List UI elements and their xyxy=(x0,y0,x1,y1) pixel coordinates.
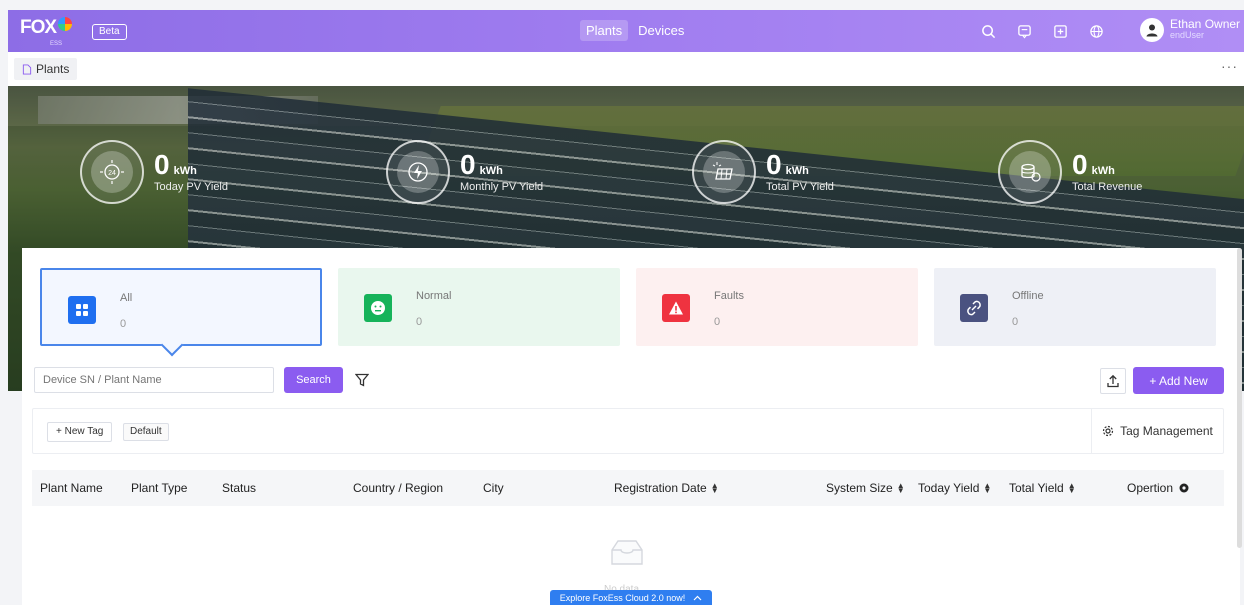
scrollbar[interactable] xyxy=(1237,248,1242,548)
coins-icon xyxy=(1021,163,1041,182)
filter-icon[interactable] xyxy=(350,368,374,392)
beta-badge: Beta xyxy=(92,24,127,40)
tile-label: Faults xyxy=(714,290,744,302)
search-button[interactable]: Search xyxy=(284,367,343,393)
explore-banner-text: Explore FoxEss Cloud 2.0 now! xyxy=(559,592,686,603)
column-total-yield[interactable]: Total Yield ▲ ▼ xyxy=(1009,481,1076,495)
stat-value: 0 xyxy=(154,149,170,180)
user-menu[interactable]: Ethan Owner endUser xyxy=(1140,18,1240,42)
column-status: Status xyxy=(222,481,257,495)
column-plant-type: Plant Type xyxy=(131,481,188,495)
column-country-region: Country / Region xyxy=(353,481,444,495)
add-square-icon[interactable] xyxy=(1050,21,1070,41)
logo-circle-icon xyxy=(58,17,73,31)
top-navigation-bar: FOX ESS Beta Plants Devices Ethan Owner … xyxy=(8,10,1244,52)
more-options-icon[interactable]: ··· xyxy=(1221,58,1238,74)
table-header: Plant Name Plant Type Status Country / R… xyxy=(32,470,1224,506)
new-tag-button[interactable]: + New Tag xyxy=(47,422,113,442)
lightning-icon xyxy=(408,162,428,182)
gear-icon xyxy=(1103,425,1114,437)
sort-icon: ▲ ▼ xyxy=(983,481,992,495)
broken-link-icon xyxy=(960,294,988,322)
grid-icon xyxy=(68,296,96,324)
sort-icon: ▲ ▼ xyxy=(710,481,719,495)
stat-ring xyxy=(386,140,450,204)
tile-count: 0 xyxy=(1012,316,1019,328)
search-icon[interactable] xyxy=(978,21,998,41)
column-plant-name: Plant Name xyxy=(40,481,103,495)
status-tile-normal[interactable]: Normal 0 xyxy=(338,268,620,346)
tab-plants[interactable]: Plants xyxy=(580,20,629,41)
stat-unit: kWh xyxy=(479,165,503,177)
stat-ring xyxy=(998,140,1062,204)
tab-devices[interactable]: Devices xyxy=(632,20,690,41)
user-role: endUser xyxy=(1170,30,1205,40)
sort-icon: ▲ ▼ xyxy=(1067,481,1076,495)
tile-label: Normal xyxy=(416,290,452,302)
stat-value: 0 xyxy=(766,149,782,180)
tile-count: 0 xyxy=(416,316,423,328)
column-system-size[interactable]: System Size ▲ ▼ xyxy=(826,481,905,495)
stat-unit: kWh xyxy=(785,165,809,177)
globe-icon[interactable] xyxy=(1086,21,1106,41)
plants-card: All 0 Normal 0 Faults 0 Offline 0 Search xyxy=(22,248,1240,605)
main-nav-tabs: Plants Devices xyxy=(580,20,690,41)
warning-icon xyxy=(662,294,690,322)
foxess-logo[interactable]: FOX ESS xyxy=(20,17,73,47)
stat-ring: 24 xyxy=(80,140,144,204)
avatar xyxy=(1140,18,1164,42)
document-icon xyxy=(22,63,32,75)
stat-total-pv-yield: 0 kWh Total PV Yield xyxy=(692,140,834,204)
message-icon[interactable] xyxy=(1014,21,1034,41)
upload-icon[interactable] xyxy=(1100,368,1126,394)
user-icon xyxy=(1146,24,1158,37)
stat-unit: kWh xyxy=(173,165,197,177)
svg-text:24: 24 xyxy=(108,170,116,177)
tile-count: 0 xyxy=(714,316,721,328)
tag-management-button[interactable]: Tag Management xyxy=(1091,409,1223,453)
logo-text: FOX xyxy=(20,17,57,38)
stat-value: 0 xyxy=(460,149,476,180)
tag-management-label: Tag Management xyxy=(1120,424,1213,438)
stat-label: Total Revenue xyxy=(1072,181,1143,193)
settings-icon[interactable] xyxy=(1178,482,1190,494)
stat-total-revenue: 0 kWh Total Revenue xyxy=(998,140,1142,204)
user-name: Ethan Owner xyxy=(1170,17,1241,31)
tag-default[interactable]: Default xyxy=(123,423,169,441)
tile-label: Offline xyxy=(1012,290,1044,302)
stat-unit: kWh xyxy=(1091,165,1115,177)
header-icon-group xyxy=(978,21,1106,41)
add-new-button[interactable]: + Add New xyxy=(1133,367,1224,394)
column-opertion: Opertion xyxy=(1127,481,1190,495)
breadcrumb-tab-plants[interactable]: Plants xyxy=(14,58,78,80)
tile-count: 0 xyxy=(120,318,127,330)
solar-panel-icon xyxy=(712,162,733,180)
sort-icon: ▲ ▼ xyxy=(896,481,905,495)
smile-icon xyxy=(364,294,392,322)
column-city: City xyxy=(483,481,504,495)
stat-ring xyxy=(692,140,756,204)
tag-bar: + New Tag Default Tag Management xyxy=(32,408,1224,454)
stat-label: Monthly PV Yield xyxy=(460,181,544,193)
column-registration-date[interactable]: Registration Date ▲ ▼ xyxy=(614,481,719,495)
tile-label: All xyxy=(120,292,133,304)
search-input[interactable] xyxy=(34,367,274,393)
breadcrumb-label: Plants xyxy=(36,62,70,76)
stat-today-pv-yield: 24 0 kWh Today PV Yield xyxy=(80,140,228,204)
status-tile-offline[interactable]: Offline 0 xyxy=(934,268,1216,346)
sun-24-icon: 24 xyxy=(100,160,124,184)
column-today-yield[interactable]: Today Yield ▲ ▼ xyxy=(918,481,991,495)
status-tile-faults[interactable]: Faults 0 xyxy=(636,268,918,346)
stat-monthly-pv-yield: 0 kWh Monthly PV Yield xyxy=(386,140,543,204)
page: FOX ESS Beta Plants Devices Ethan Owner … xyxy=(0,0,1244,605)
chevron-up-icon xyxy=(693,595,702,600)
empty-inbox-icon xyxy=(608,538,646,573)
explore-banner[interactable]: Explore FoxEss Cloud 2.0 now! xyxy=(550,590,712,605)
status-tile-all[interactable]: All 0 xyxy=(40,268,322,346)
breadcrumb-bar: Plants ··· xyxy=(8,52,1244,86)
stat-label: Today PV Yield xyxy=(154,181,228,193)
logo-subtext: ESS xyxy=(50,41,63,47)
stat-value: 0 xyxy=(1072,149,1088,180)
stat-label: Total PV Yield xyxy=(766,181,834,193)
